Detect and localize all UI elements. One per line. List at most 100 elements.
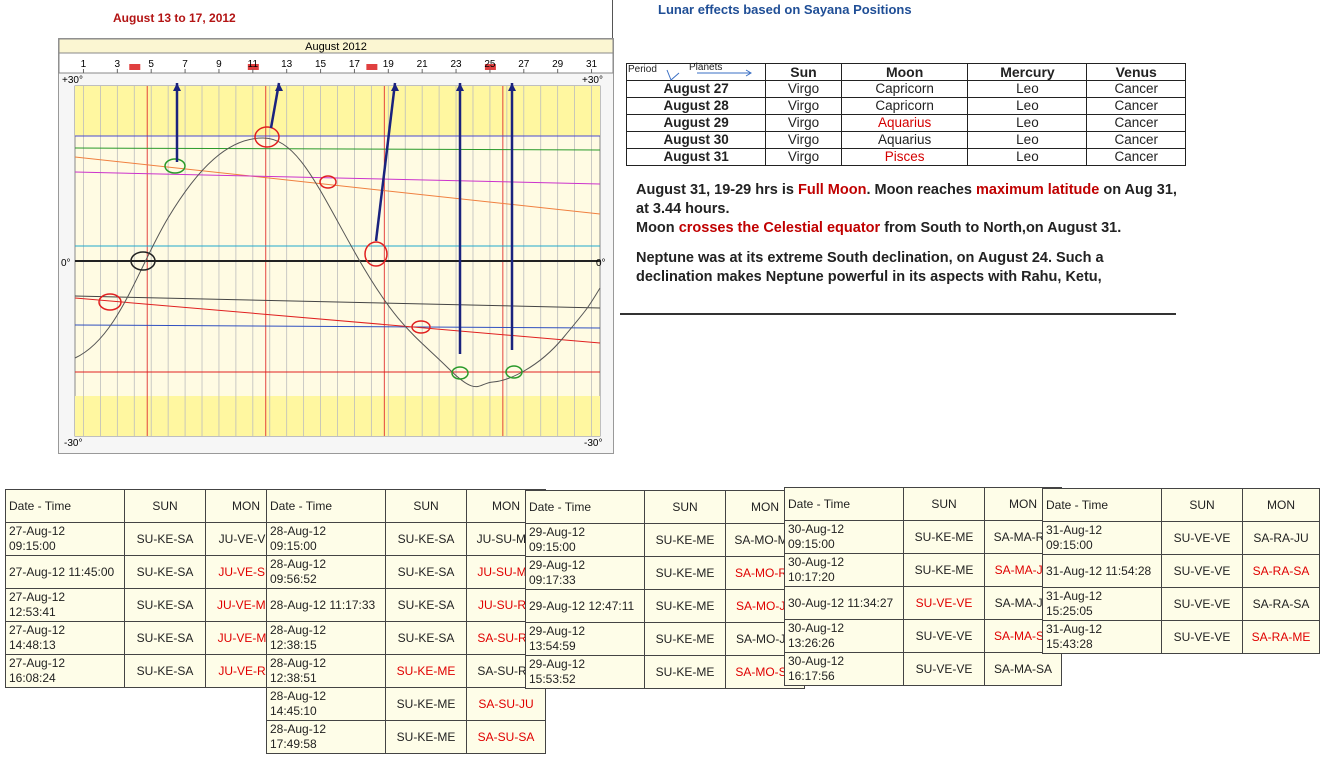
date-range-title: August 13 to 17, 2012 [113, 11, 236, 25]
date-time-cell: 27-Aug-12 09:15:00 [5, 522, 125, 556]
sun-cell: SU-KE-ME [644, 655, 726, 689]
table-row: 28-Aug-12 17:49:58 SU-KE-ME SA-SU-SA [266, 720, 546, 754]
tick-label: 7 [182, 59, 188, 70]
sun-cell: SU-VE-VE [903, 586, 985, 620]
sun-header: SUN [124, 489, 206, 523]
sun-sign-cell: Virgo [765, 114, 842, 132]
sun-header: SUN [903, 487, 985, 521]
venus-sign-cell: Cancer [1086, 114, 1186, 132]
date-text: 27-Aug-12 [9, 590, 66, 604]
sun-cell: SU-KE-ME [385, 654, 467, 688]
date-time-cell: 30-Aug-12 10:17:20 [784, 553, 904, 587]
venus-sign-cell: Cancer [1086, 80, 1186, 98]
planet-row: August 28 Virgo Capricorn Leo Cancer [625, 97, 1186, 115]
sun-cell: SU-VE-VE [903, 652, 985, 686]
mon-cell: SA-RA-SA [1242, 554, 1320, 588]
time-text: 09:15:00 [270, 539, 317, 553]
mon-cell: SA-MA-SA [984, 652, 1062, 686]
tick-label: 15 [315, 59, 327, 70]
divider-horizontal [620, 313, 1176, 315]
date-time-cell: 29-Aug-12 12:47:11 [525, 589, 645, 623]
mon-cell: SA-SU-SA [466, 720, 546, 754]
note-equator: Moon crosses the Celestial equator from … [636, 219, 1181, 238]
table-row: 30-Aug-12 11:34:27 SU-VE-VE SA-MA-JU [784, 586, 1062, 620]
date-text: 28-Aug-12 [270, 623, 327, 637]
note-text: Moon [636, 220, 679, 236]
date-text: 30-Aug-12 [788, 654, 845, 668]
date-time-cell: 28-Aug-12 12:38:15 [266, 621, 386, 655]
time-text: 09:56:52 [270, 572, 317, 586]
sun-sign-cell: Virgo [765, 80, 842, 98]
date-text: 28-Aug-12 [270, 689, 327, 703]
sun-cell: SU-KE-ME [903, 520, 985, 554]
venus-sign-cell: Cancer [1086, 148, 1186, 166]
time-text: 14:45:10 [270, 704, 317, 718]
header-moon: Moon [840, 63, 969, 81]
table-row: 30-Aug-12 16:17:56 SU-VE-VE SA-MA-SA [784, 652, 1062, 686]
tick-label: 29 [552, 59, 564, 70]
tick-label: 27 [518, 59, 530, 70]
header-mercury: Mercury [967, 63, 1088, 81]
tick-label: 31 [586, 59, 598, 70]
date-time-cell: 28-Aug-12 14:45:10 [266, 687, 386, 721]
date-time-cell: 28-Aug-12 09:56:52 [266, 555, 386, 589]
date-cell: August 28 [625, 97, 767, 115]
tick-label: 3 [115, 59, 121, 70]
date-time-cell: 27-Aug-12 14:48:13 [5, 621, 125, 655]
tick-label: 19 [383, 59, 395, 70]
time-text: 15:53:52 [529, 672, 576, 686]
table-row: 30-Aug-12 13:26:26 SU-VE-VE SA-MA-SA [784, 619, 1062, 653]
date-time-cell: 29-Aug-12 09:17:33 [525, 556, 645, 590]
transit-table: Date - Time SUN MON 28-Aug-12 09:15:00 SU-KE-… [266, 489, 546, 754]
sun-header: SUN [1161, 488, 1243, 522]
transit-table: Date - Time SUN MON 31-Aug-12 09:15:00 SU-VE-… [1042, 488, 1320, 654]
mon-cell: SA-RA-SA [1242, 587, 1320, 621]
tick-label: 17 [349, 59, 361, 70]
date-time-cell: 31-Aug-12 15:25:05 [1042, 587, 1162, 621]
planet-row: August 27 Virgo Capricorn Leo Cancer [625, 80, 1186, 98]
table-row: 27-Aug-12 16:08:24 SU-KE-SA JU-VE-RA [5, 654, 287, 688]
date-text: 27-Aug-12 [9, 524, 66, 538]
date-time-cell: 30-Aug-12 13:26:26 [784, 619, 904, 653]
sun-sign-cell: Virgo [765, 131, 842, 149]
mon-cell: SA-RA-ME [1242, 620, 1320, 654]
moon-sign-cell: Pisces [840, 148, 969, 166]
sun-cell: SU-KE-SA [124, 588, 206, 622]
sun-cell: SU-KE-ME [644, 523, 726, 557]
date-cell: August 29 [625, 114, 767, 132]
date-text: 27-Aug-12 11:45:00 [9, 564, 115, 579]
table-row: 28-Aug-12 09:15:00 SU-KE-SA JU-SU-MO [266, 522, 546, 556]
full-moon-highlight: Full Moon [797, 182, 867, 198]
date-text: 29-Aug-12 [529, 624, 586, 638]
date-text: 30-Aug-12 [788, 522, 845, 536]
date-time-cell: 30-Aug-12 09:15:00 [784, 520, 904, 554]
sun-cell: SU-KE-SA [385, 621, 467, 655]
date-time-header: Date - Time [784, 487, 904, 521]
time-text: 09:15:00 [788, 537, 835, 551]
date-time-cell: 30-Aug-12 16:17:56 [784, 652, 904, 686]
table-row: 29-Aug-12 12:47:11 SU-KE-ME SA-MO-JU [525, 589, 805, 623]
table-row: 29-Aug-12 13:54:59 SU-KE-ME SA-MO-JU [525, 622, 805, 656]
date-time-cell: 27-Aug-12 11:45:00 [5, 555, 125, 589]
declination-chart: 1 3 5 7 9 11 13 15 17 19 21 23 25 27 29 31 August 2012 … [58, 38, 614, 454]
sun-cell: SU-KE-SA [124, 522, 206, 556]
sun-cell: SU-KE-SA [385, 588, 467, 622]
time-text: 15:25:05 [1046, 604, 1093, 618]
sun-sign-cell: Virgo [765, 97, 842, 115]
time-text: 10:17:20 [788, 570, 835, 584]
sun-cell: SU-VE-VE [1161, 554, 1243, 588]
date-text: 30-Aug-12 [788, 555, 845, 569]
time-text: 12:38:15 [270, 638, 317, 652]
date-text: 31-Aug-12 [1046, 523, 1103, 537]
mercury-sign-cell: Leo [967, 97, 1088, 115]
date-time-cell: 28-Aug-12 11:17:33 [266, 588, 386, 622]
note-full-moon: August 31, 19-29 hrs is Full Moon. Moon … [636, 181, 1181, 219]
table-row: 27-Aug-12 14:48:13 SU-KE-SA JU-VE-MA [5, 621, 287, 655]
mercury-sign-cell: Leo [967, 114, 1088, 132]
table-row: 29-Aug-12 09:17:33 SU-KE-ME SA-MO-RA [525, 556, 805, 590]
planet-row: August 31 Virgo Pisces Leo Cancer [625, 148, 1186, 166]
sun-cell: SU-KE-ME [644, 556, 726, 590]
date-time-cell: 31-Aug-12 15:43:28 [1042, 620, 1162, 654]
sun-cell: SU-KE-SA [124, 621, 206, 655]
time-text: 17:49:58 [270, 737, 317, 751]
